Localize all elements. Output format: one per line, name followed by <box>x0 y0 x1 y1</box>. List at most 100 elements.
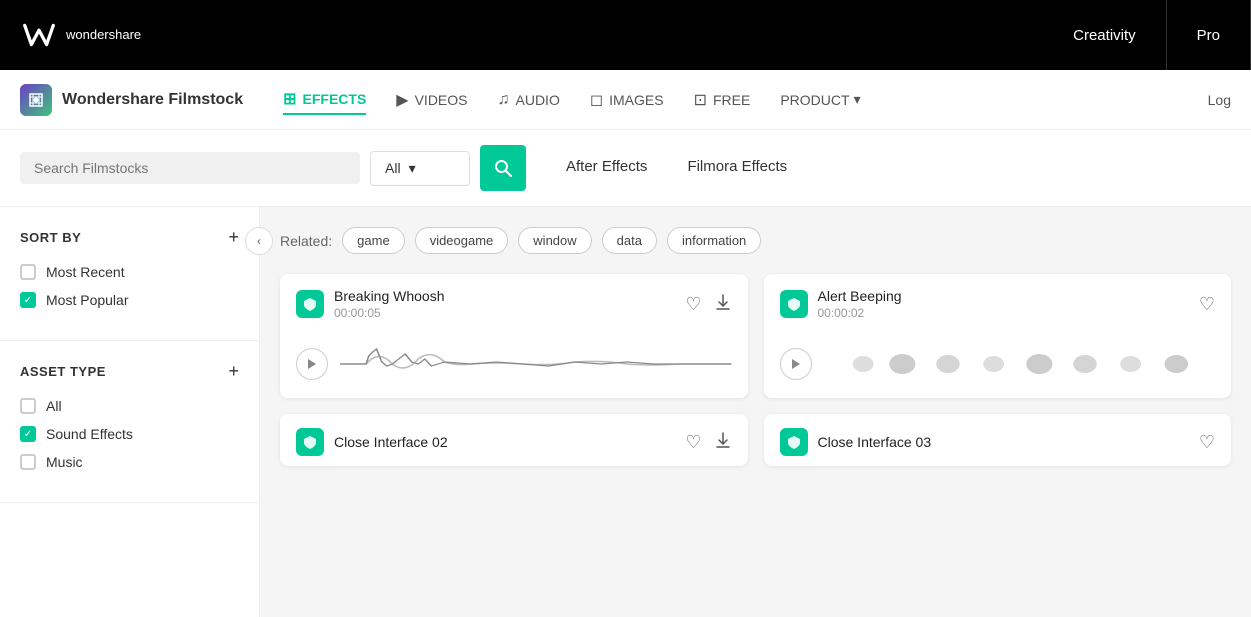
tag-videogame[interactable]: videogame <box>415 227 509 254</box>
card-duration: 00:00:05 <box>334 306 445 320</box>
nav-item-product[interactable]: PRODUCT ▾ <box>780 87 860 112</box>
search-tabs: After Effects Filmora Effects <box>566 158 787 179</box>
card-title-area: Breaking Whoosh 00:00:05 <box>296 288 445 320</box>
card-title: Alert Beeping <box>818 288 902 304</box>
top-bar-tabs: Creativity Pro <box>1043 0 1251 70</box>
card-header-close-interface-02: Close Interface 02 ♡ <box>280 414 748 466</box>
card-title: Breaking Whoosh <box>334 288 445 304</box>
tab-filmora-effects[interactable]: Filmora Effects <box>687 158 787 179</box>
sound-effects-checkbox[interactable] <box>20 426 36 442</box>
card-header-alert-beeping: Alert Beeping 00:00:02 ♡ <box>764 274 1232 330</box>
search-input-wrapper <box>20 152 360 184</box>
images-icon: ◻ <box>590 90 603 110</box>
sidebar: ‹ SORT BY + Most Recent Most Popular ASS… <box>0 207 260 617</box>
download-icon <box>714 293 732 316</box>
brand-logo: Wondershare Filmstock <box>20 84 243 116</box>
sort-by-header: SORT BY + <box>20 227 239 248</box>
card-duration: 00:00:02 <box>818 306 902 320</box>
audio-icon: ♫ <box>498 91 510 109</box>
waveform-display <box>824 344 1216 384</box>
download-button[interactable] <box>714 293 732 316</box>
search-type-dropdown[interactable]: All ▾ <box>370 151 470 186</box>
most-recent-label: Most Recent <box>46 264 125 280</box>
asset-type-section: ASSET TYPE + All Sound Effects Music <box>0 361 259 503</box>
play-button[interactable] <box>296 348 328 380</box>
chevron-down-icon: ▾ <box>409 160 416 177</box>
music-checkbox[interactable] <box>20 454 36 470</box>
shield-icon <box>296 428 324 456</box>
main-content: Related: game videogame window data info… <box>260 207 1251 617</box>
nav-item-videos[interactable]: ▶ VIDEOS <box>396 86 467 114</box>
tag-window[interactable]: window <box>518 227 591 254</box>
related-bar: Related: game videogame window data info… <box>280 227 1231 254</box>
search-input[interactable] <box>34 152 346 184</box>
tab-after-effects[interactable]: After Effects <box>566 158 647 179</box>
like-button[interactable]: ♡ <box>685 294 701 315</box>
sort-by-title: SORT BY <box>20 230 81 245</box>
logo-text: wondershare <box>66 27 141 44</box>
card-title: Close Interface 02 <box>334 434 448 450</box>
asset-type-title: ASSET TYPE <box>20 364 106 379</box>
download-icon <box>714 431 732 454</box>
card-waveform-alert-beeping <box>764 330 1232 398</box>
card-title: Close Interface 03 <box>818 434 932 450</box>
nav-item-effects[interactable]: ⊞ EFFECTS <box>283 85 366 115</box>
card-actions: ♡ <box>1199 432 1215 453</box>
main-nav: Wondershare Filmstock ⊞ EFFECTS ▶ VIDEOS… <box>0 70 1251 130</box>
most-recent-checkbox[interactable] <box>20 264 36 280</box>
nav-item-free[interactable]: ⊡ FREE <box>694 86 751 114</box>
nav-item-images[interactable]: ◻ IMAGES <box>590 86 664 114</box>
card-title-area: Close Interface 03 <box>780 428 932 456</box>
heart-icon: ♡ <box>685 294 701 315</box>
shield-icon <box>780 428 808 456</box>
sidebar-collapse-button[interactable]: ‹ <box>245 227 273 255</box>
all-checkbox[interactable] <box>20 398 36 414</box>
asset-type-header: ASSET TYPE + <box>20 361 239 382</box>
card-actions: ♡ <box>685 293 731 316</box>
asset-all[interactable]: All <box>20 398 239 414</box>
sort-most-popular[interactable]: Most Popular <box>20 292 239 308</box>
filmstock-brand-icon <box>20 84 52 116</box>
like-button[interactable]: ♡ <box>1199 294 1215 315</box>
waveform-display <box>340 344 732 384</box>
card-title-area: Close Interface 02 <box>296 428 448 456</box>
tag-game[interactable]: game <box>342 227 405 254</box>
play-button[interactable] <box>780 348 812 380</box>
most-popular-checkbox[interactable] <box>20 292 36 308</box>
wondershare-logo-icon <box>20 16 58 54</box>
shield-icon <box>296 290 324 318</box>
like-button[interactable]: ♡ <box>685 432 701 453</box>
chevron-left-icon: ‹ <box>257 234 261 248</box>
card-waveform-breaking-whoosh <box>280 330 748 398</box>
top-bar: wondershare Creativity Pro <box>0 0 1251 70</box>
search-button[interactable] <box>480 145 526 191</box>
heart-icon: ♡ <box>685 432 701 453</box>
all-label: All <box>46 398 62 414</box>
sound-effects-label: Sound Effects <box>46 426 133 442</box>
content-area: ‹ SORT BY + Most Recent Most Popular ASS… <box>0 207 1251 617</box>
card-header-breaking-whoosh: Breaking Whoosh 00:00:05 ♡ <box>280 274 748 330</box>
sort-by-add-button[interactable]: + <box>228 227 239 248</box>
nav-item-audio[interactable]: ♫ AUDIO <box>498 87 560 113</box>
asset-type-add-button[interactable]: + <box>228 361 239 382</box>
shield-icon <box>780 290 808 318</box>
search-icon <box>493 158 513 178</box>
card-actions: ♡ <box>685 431 731 454</box>
asset-music[interactable]: Music <box>20 454 239 470</box>
top-bar-tab-pro[interactable]: Pro <box>1167 0 1251 70</box>
asset-sound-effects[interactable]: Sound Effects <box>20 426 239 442</box>
sort-most-recent[interactable]: Most Recent <box>20 264 239 280</box>
card-alert-beeping: Alert Beeping 00:00:02 ♡ <box>764 274 1232 398</box>
top-bar-tab-creativity[interactable]: Creativity <box>1043 0 1167 70</box>
sort-by-section: SORT BY + Most Recent Most Popular <box>0 227 259 341</box>
heart-icon: ♡ <box>1199 432 1215 453</box>
tag-data[interactable]: data <box>602 227 657 254</box>
free-icon: ⊡ <box>694 90 707 110</box>
download-button[interactable] <box>714 431 732 454</box>
search-bar: All ▾ After Effects Filmora Effects <box>0 130 1251 207</box>
logo-area: wondershare <box>20 16 141 54</box>
videos-icon: ▶ <box>396 90 408 110</box>
nav-login[interactable]: Log <box>1208 92 1231 108</box>
like-button[interactable]: ♡ <box>1199 432 1215 453</box>
tag-information[interactable]: information <box>667 227 761 254</box>
